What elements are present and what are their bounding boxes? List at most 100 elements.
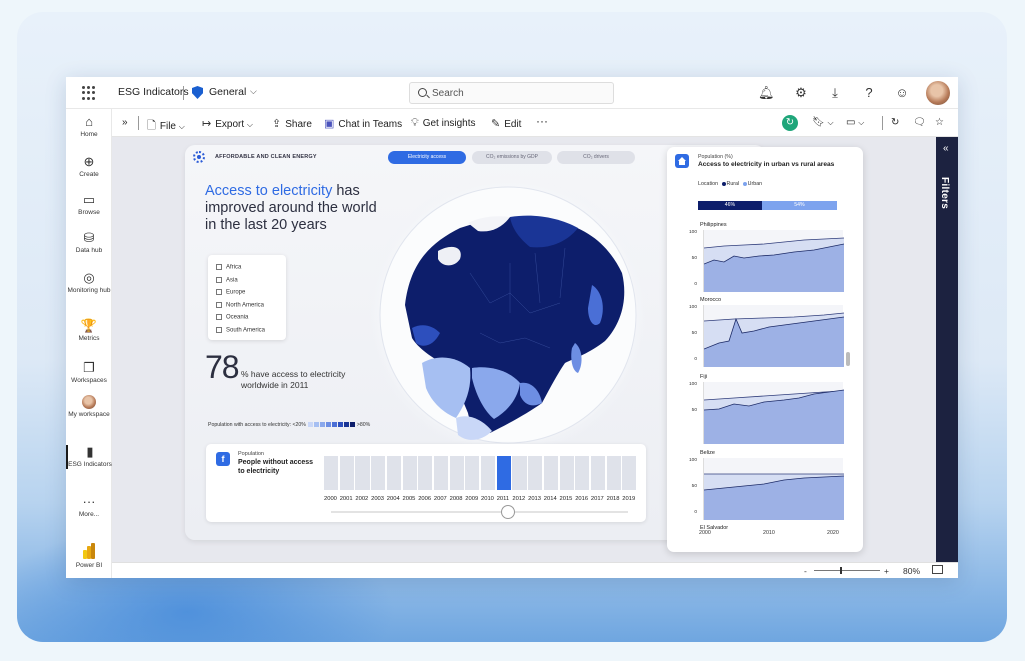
region-checkbox[interactable]: Africa	[216, 264, 241, 271]
year-slider-handle[interactable]	[501, 505, 515, 519]
timeline-bar[interactable]	[575, 456, 590, 490]
more-options-button[interactable]: ···	[536, 114, 548, 128]
share-button[interactable]: ⇪ Share	[272, 117, 312, 130]
year-label[interactable]: 2019	[622, 496, 635, 502]
year-label[interactable]: 2001	[340, 496, 353, 502]
timeline-bar[interactable]	[496, 456, 511, 490]
year-label[interactable]: 2018	[607, 496, 620, 502]
favorite-star-icon[interactable]: ☆	[935, 117, 944, 128]
view-icon[interactable]: ▭ ⌵	[846, 117, 864, 128]
year-label[interactable]: 2009	[465, 496, 478, 502]
year-label[interactable]: 2000	[324, 496, 337, 502]
timeline-bar[interactable]	[528, 456, 543, 490]
zoom-out-button[interactable]: -	[804, 566, 807, 576]
nav-item-home[interactable]: ⌂ Home	[66, 115, 112, 139]
nav-item-data-hub[interactable]: ⛁ Data hub	[66, 231, 112, 255]
country-chart[interactable]: Philippines 100 50 0	[675, 222, 845, 294]
nav-item-create[interactable]: ⊕ Create	[66, 155, 112, 179]
year-label[interactable]: 2014	[544, 496, 557, 502]
timeline-bar[interactable]	[386, 456, 401, 490]
edit-button[interactable]: ✎ Edit	[491, 117, 521, 130]
zoom-in-button[interactable]: +	[884, 566, 889, 576]
refresh-status-icon[interactable]: ↻	[782, 115, 798, 131]
nav-item-my-workspace[interactable]: My workspace	[66, 395, 112, 419]
year-label[interactable]: 2004	[387, 496, 400, 502]
globe-map[interactable]	[360, 173, 650, 457]
nav-item-metrics[interactable]: 🏆 Metrics	[66, 319, 112, 343]
timeline-bar[interactable]	[606, 456, 621, 490]
year-label[interactable]: 2017	[591, 496, 604, 502]
year-label[interactable]: 2016	[575, 496, 588, 502]
bookmark-icon[interactable]: 🔖︎ ⌵	[812, 117, 834, 128]
scrollbar[interactable]	[846, 352, 850, 366]
year-label[interactable]: 2003	[371, 496, 384, 502]
year-label[interactable]: 2015	[560, 496, 573, 502]
checkbox-icon[interactable]	[216, 326, 222, 333]
collapse-chevron-icon[interactable]: «	[943, 143, 949, 154]
nav-item-browse[interactable]: ▭ Browse	[66, 193, 112, 217]
year-label[interactable]: 2005	[403, 496, 416, 502]
timeline-bar[interactable]	[559, 456, 574, 490]
region-checkbox[interactable]: South America	[216, 326, 265, 333]
search-input[interactable]: Search	[409, 82, 614, 104]
zoom-slider-handle[interactable]	[840, 567, 842, 574]
nav-item-power-bi[interactable]: Power BI	[66, 543, 112, 570]
year-label[interactable]: 2013	[528, 496, 541, 502]
rural-legend[interactable]: Rural	[727, 181, 740, 187]
bell-icon[interactable]: 🔔︎	[758, 85, 775, 101]
chevron-down-icon[interactable]: ⌵	[250, 86, 257, 97]
timeline-bar[interactable]	[402, 456, 417, 490]
region-checkbox[interactable]: North America	[216, 301, 264, 308]
year-label[interactable]: 2006	[418, 496, 431, 502]
checkbox-icon[interactable]	[216, 314, 222, 320]
urban-legend[interactable]: Urban	[748, 181, 762, 187]
nav-item-esg-indicators[interactable]: ▮ ESG Indicators	[66, 445, 112, 469]
checkbox-icon[interactable]	[216, 289, 222, 295]
app-launcher-icon[interactable]	[82, 86, 96, 100]
timeline-bar[interactable]	[339, 456, 354, 490]
get-insights-button[interactable]: 💡︎ Get insights	[411, 117, 476, 130]
sensitivity-label[interactable]: General	[209, 86, 246, 98]
feedback-smiley-icon[interactable]: ☺	[894, 85, 910, 101]
filters-pane[interactable]: « Filters	[936, 137, 958, 562]
timeline-bar[interactable]	[355, 456, 370, 490]
timeline-bar[interactable]	[622, 456, 637, 490]
region-checkbox[interactable]: Oceania	[216, 314, 248, 321]
timeline-bar[interactable]	[590, 456, 606, 490]
file-menu[interactable]: 🗋︎ File ⌵	[147, 117, 185, 136]
region-checkbox[interactable]: Asia	[216, 276, 238, 283]
year-label[interactable]: 2010	[481, 496, 494, 502]
nav-item-more-[interactable]: ··· More...	[66, 495, 112, 519]
region-checkbox[interactable]: Europe	[216, 289, 245, 296]
timeline-bar[interactable]	[465, 456, 480, 490]
tab-co2-by-gdp[interactable]: CO₂ emissions by GDP	[472, 151, 552, 164]
timeline-bar[interactable]	[371, 456, 386, 490]
checkbox-icon[interactable]	[216, 276, 222, 283]
timeline-bar[interactable]	[433, 456, 449, 490]
comment-icon[interactable]: 🗨︎	[913, 117, 926, 128]
year-label[interactable]: 2002	[355, 496, 368, 502]
chat-in-teams-button[interactable]: ▣ Chat in Teams	[324, 117, 402, 130]
checkbox-icon[interactable]	[216, 301, 222, 308]
timeline-bar[interactable]	[324, 456, 339, 490]
nav-item-monitoring-hub[interactable]: ◎ Monitoring hub	[66, 271, 112, 295]
fit-to-page-icon[interactable]	[932, 565, 943, 574]
zoom-slider[interactable]	[814, 567, 880, 574]
workspace-name[interactable]: ESG Indicators	[118, 86, 189, 98]
user-avatar[interactable]	[926, 81, 950, 105]
expand-chevron-icon[interactable]: »	[122, 117, 128, 128]
year-label[interactable]: 2008	[450, 496, 463, 502]
timeline-bar[interactable]	[449, 456, 464, 490]
timeline-bar[interactable]	[418, 456, 433, 490]
download-icon[interactable]: ⤓	[827, 85, 843, 101]
reset-icon[interactable]: ↻	[891, 117, 899, 128]
timeline-bar[interactable]	[543, 456, 558, 490]
timeline-bar[interactable]	[512, 456, 527, 490]
tab-electricity-access[interactable]: Electricity access	[388, 151, 466, 164]
timeline-bar[interactable]	[481, 456, 496, 490]
nav-item-workspaces[interactable]: ❐ Workspaces	[66, 361, 112, 385]
year-label[interactable]: 2012	[512, 496, 525, 502]
year-label[interactable]: 2007	[434, 496, 447, 502]
country-chart[interactable]: Belize 100 50 0	[675, 450, 845, 522]
year-label[interactable]: 2011	[497, 496, 509, 502]
